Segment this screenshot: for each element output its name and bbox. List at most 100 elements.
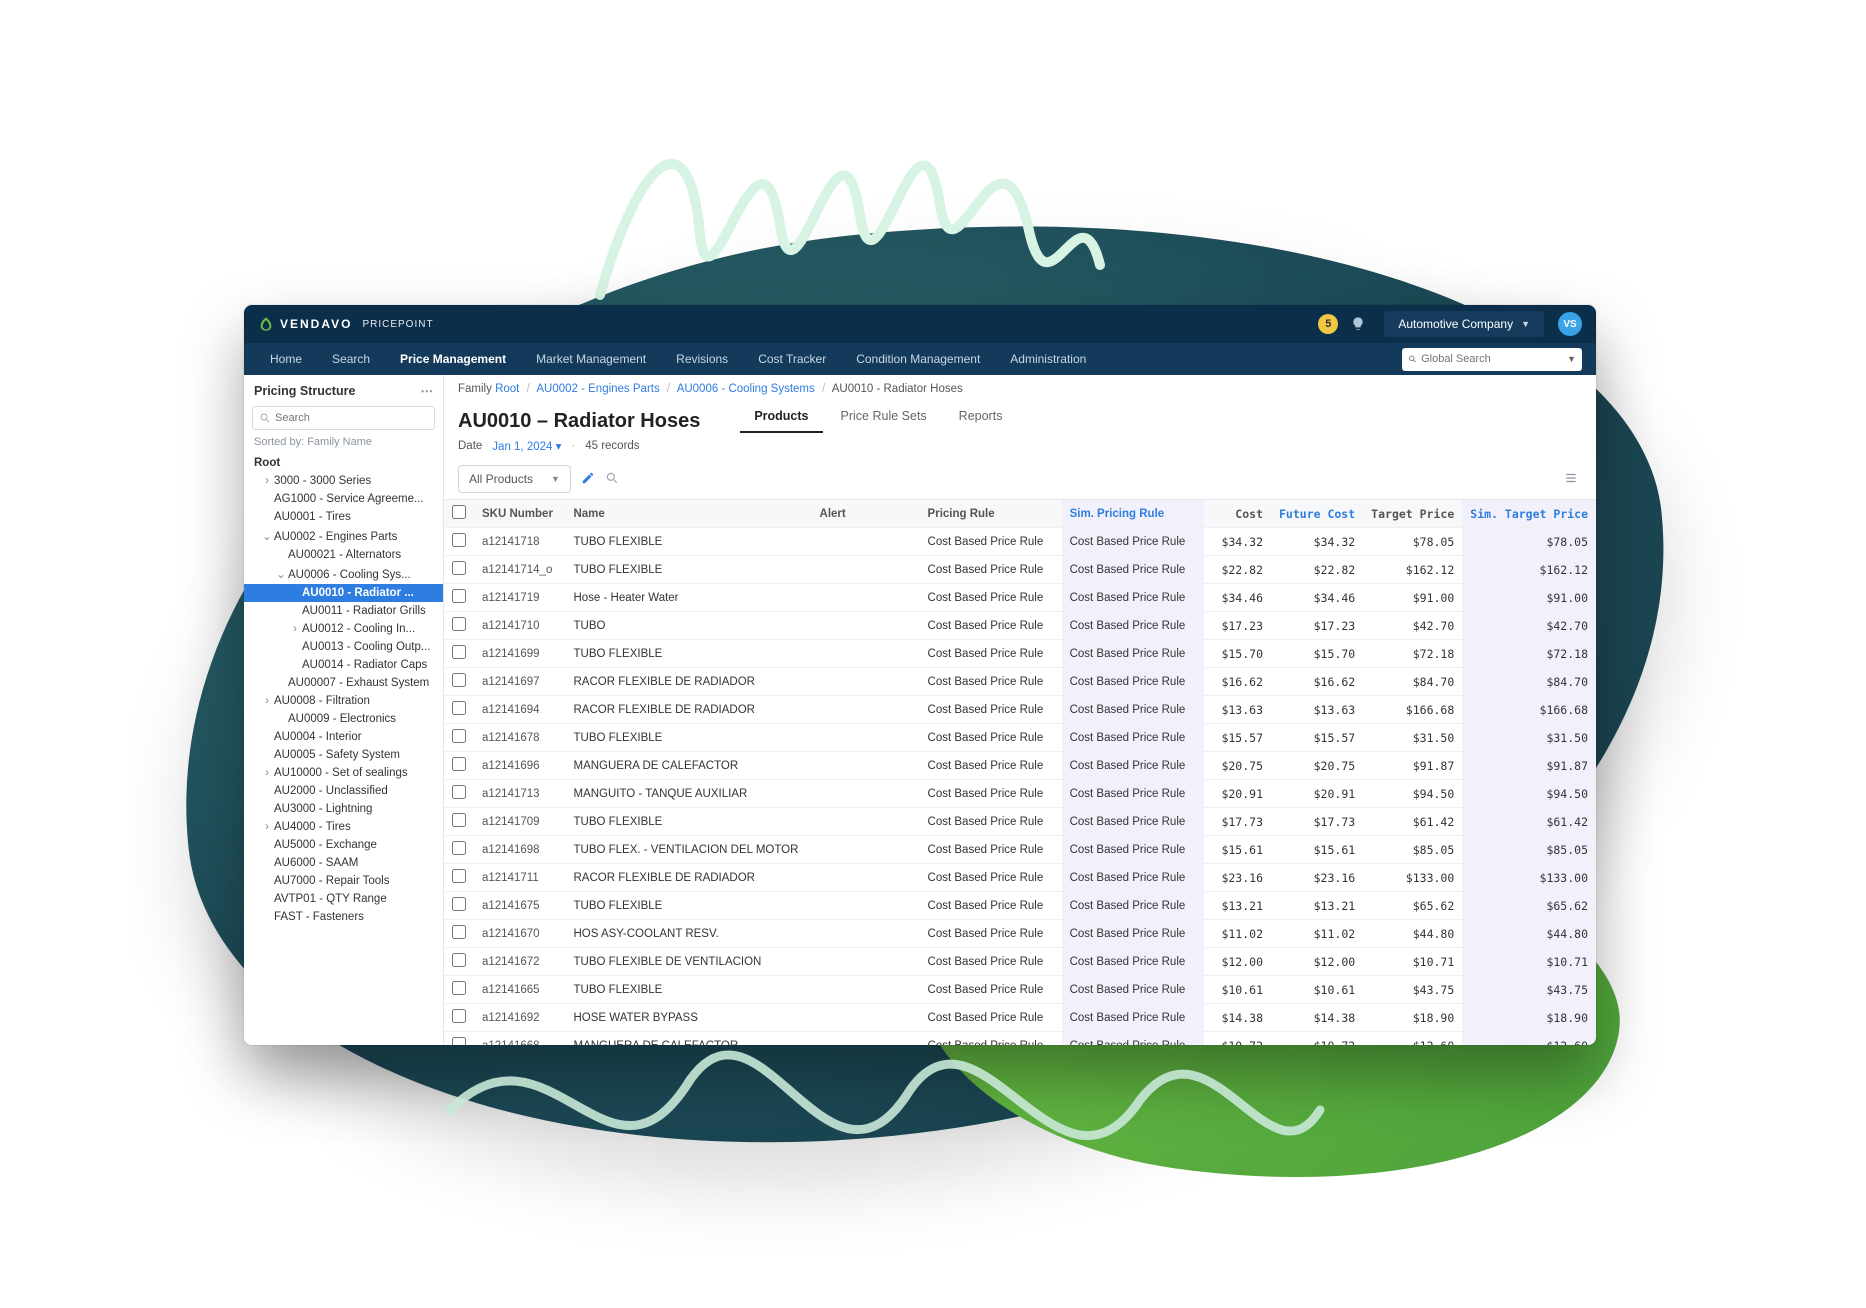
filter-select[interactable]: All Products ▼	[458, 465, 571, 493]
sim-pricing-rule-link[interactable]: Cost Based Price Rule	[1070, 900, 1186, 912]
tree-item[interactable]: ›3000 - 3000 Series	[244, 472, 443, 490]
tree-item[interactable]: ›AU0012 - Cooling In...	[244, 620, 443, 638]
tree-item[interactable]: AU7000 - Repair Tools	[244, 872, 443, 890]
menu-administration[interactable]: Administration	[998, 346, 1098, 372]
tree-item[interactable]: AU2000 - Unclassified	[244, 782, 443, 800]
pricing-rule-link[interactable]: Cost Based Price Rule	[928, 676, 1044, 688]
tree-item[interactable]: AU0011 - Radiator Grills	[244, 602, 443, 620]
tree-item[interactable]: AU00007 - Exhaust System	[244, 674, 443, 692]
tree-item[interactable]: AU0004 - Interior	[244, 728, 443, 746]
breadcrumb-item[interactable]: Root	[495, 383, 519, 395]
pricing-rule-link[interactable]: Cost Based Price Rule	[928, 928, 1044, 940]
pricing-rule-link[interactable]: Cost Based Price Rule	[928, 620, 1044, 632]
sim-pricing-rule-link[interactable]: Cost Based Price Rule	[1070, 704, 1186, 716]
sim-pricing-rule-link[interactable]: Cost Based Price Rule	[1070, 648, 1186, 660]
row-checkbox[interactable]	[452, 729, 466, 743]
notification-badge[interactable]: 5	[1318, 314, 1338, 334]
col-cb[interactable]	[444, 500, 474, 528]
row-checkbox[interactable]	[452, 561, 466, 575]
tree-item[interactable]: AVTP01 - QTY Range	[244, 890, 443, 908]
more-icon[interactable]: ⋯	[421, 383, 434, 398]
table-row[interactable]: a12141694RACOR FLEXIBLE DE RADIADORCost …	[444, 696, 1596, 724]
breadcrumb-item[interactable]: AU0002 - Engines Parts	[536, 383, 659, 395]
row-checkbox[interactable]	[452, 813, 466, 827]
tree-item[interactable]: ⌄AU0006 - Cooling Sys...	[244, 564, 443, 584]
pricing-rule-link[interactable]: Cost Based Price Rule	[928, 956, 1044, 968]
row-checkbox[interactable]	[452, 617, 466, 631]
tab-reports[interactable]: Reports	[945, 401, 1017, 433]
sim-pricing-rule-link[interactable]: Cost Based Price Rule	[1070, 760, 1186, 772]
tree-item[interactable]: AU0010 - Radiator ...	[244, 584, 443, 602]
pricing-rule-link[interactable]: Cost Based Price Rule	[928, 760, 1044, 772]
sim-pricing-rule-link[interactable]: Cost Based Price Rule	[1070, 844, 1186, 856]
col-fcost[interactable]: Future Cost	[1271, 500, 1363, 528]
tree-item[interactable]: AU00021 - Alternators	[244, 546, 443, 564]
pricing-rule-link[interactable]: Cost Based Price Rule	[928, 872, 1044, 884]
sim-pricing-rule-link[interactable]: Cost Based Price Rule	[1070, 788, 1186, 800]
col-name[interactable]: Name	[565, 500, 811, 528]
menu-condition-management[interactable]: Condition Management	[844, 346, 992, 372]
row-checkbox[interactable]	[452, 533, 466, 547]
sim-pricing-rule-link[interactable]: Cost Based Price Rule	[1070, 592, 1186, 604]
tree-item[interactable]: AU3000 - Lightning	[244, 800, 443, 818]
tab-price-rule-sets[interactable]: Price Rule Sets	[827, 401, 941, 433]
table-row[interactable]: a12141699TUBO FLEXIBLECost Based Price R…	[444, 640, 1596, 668]
sim-pricing-rule-link[interactable]: Cost Based Price Rule	[1070, 536, 1186, 548]
table-row[interactable]: a12141672TUBO FLEXIBLE DE VENTILACIONCos…	[444, 948, 1596, 976]
tree-item[interactable]: AU0005 - Safety System	[244, 746, 443, 764]
pencil-icon[interactable]	[581, 471, 595, 488]
table-row[interactable]: a12141718TUBO FLEXIBLECost Based Price R…	[444, 528, 1596, 556]
row-checkbox[interactable]	[452, 841, 466, 855]
menu-cost-tracker[interactable]: Cost Tracker	[746, 346, 838, 372]
columns-icon[interactable]	[1564, 471, 1578, 488]
menu-home[interactable]: Home	[258, 346, 314, 372]
breadcrumb-item[interactable]: AU0006 - Cooling Systems	[677, 383, 815, 395]
lightbulb-icon[interactable]	[1350, 316, 1366, 332]
sim-pricing-rule-link[interactable]: Cost Based Price Rule	[1070, 872, 1186, 884]
row-checkbox[interactable]	[452, 701, 466, 715]
search-icon[interactable]	[605, 471, 619, 488]
table-row[interactable]: a12141696MANGUERA DE CALEFACTORCost Base…	[444, 752, 1596, 780]
row-checkbox[interactable]	[452, 953, 466, 967]
col-prule[interactable]: Pricing Rule	[920, 500, 1062, 528]
pricing-rule-link[interactable]: Cost Based Price Rule	[928, 592, 1044, 604]
tab-products[interactable]: Products	[740, 401, 822, 433]
row-checkbox[interactable]	[452, 897, 466, 911]
menu-search[interactable]: Search	[320, 346, 382, 372]
date-picker[interactable]: Jan 1, 2024 ▾	[492, 439, 561, 453]
table-row[interactable]: a12141714_oTUBO FLEXIBLECost Based Price…	[444, 556, 1596, 584]
global-search-input[interactable]	[1421, 353, 1563, 365]
tree-item[interactable]: ⌄AU0002 - Engines Parts	[244, 526, 443, 546]
sim-pricing-rule-link[interactable]: Cost Based Price Rule	[1070, 676, 1186, 688]
table-row[interactable]: a12141710TUBOCost Based Price RuleCost B…	[444, 612, 1596, 640]
sim-pricing-rule-link[interactable]: Cost Based Price Rule	[1070, 732, 1186, 744]
pricing-rule-link[interactable]: Cost Based Price Rule	[928, 648, 1044, 660]
global-search[interactable]: ▼	[1402, 348, 1582, 371]
row-checkbox[interactable]	[452, 925, 466, 939]
menu-revisions[interactable]: Revisions	[664, 346, 740, 372]
row-checkbox[interactable]	[452, 589, 466, 603]
tree-item[interactable]: AU0014 - Radiator Caps	[244, 656, 443, 674]
pricing-rule-link[interactable]: Cost Based Price Rule	[928, 732, 1044, 744]
tree-item[interactable]: AU0013 - Cooling Outp...	[244, 638, 443, 656]
tree-item[interactable]: AG1000 - Service Agreeme...	[244, 490, 443, 508]
col-alert[interactable]: Alert	[812, 500, 920, 528]
pricing-rule-link[interactable]: Cost Based Price Rule	[928, 564, 1044, 576]
sim-pricing-rule-link[interactable]: Cost Based Price Rule	[1070, 816, 1186, 828]
tree-item[interactable]: AU5000 - Exchange	[244, 836, 443, 854]
col-stprice[interactable]: Sim. Target Price	[1462, 500, 1596, 528]
tree-item[interactable]: AU0001 - Tires	[244, 508, 443, 526]
col-cost[interactable]: Cost	[1204, 500, 1271, 528]
row-checkbox[interactable]	[452, 645, 466, 659]
sim-pricing-rule-link[interactable]: Cost Based Price Rule	[1070, 928, 1186, 940]
sim-pricing-rule-link[interactable]: Cost Based Price Rule	[1070, 956, 1186, 968]
table-row[interactable]: a12141709TUBO FLEXIBLECost Based Price R…	[444, 808, 1596, 836]
sidebar-search-input[interactable]	[275, 412, 428, 424]
row-checkbox[interactable]	[452, 785, 466, 799]
sim-pricing-rule-link[interactable]: Cost Based Price Rule	[1070, 564, 1186, 576]
pricing-rule-link[interactable]: Cost Based Price Rule	[928, 844, 1044, 856]
tree-item[interactable]: AU6000 - SAAM	[244, 854, 443, 872]
table-row[interactable]: a12141697RACOR FLEXIBLE DE RADIADORCost …	[444, 668, 1596, 696]
table-row[interactable]: a12141719Hose - Heater WaterCost Based P…	[444, 584, 1596, 612]
pricing-rule-link[interactable]: Cost Based Price Rule	[928, 788, 1044, 800]
